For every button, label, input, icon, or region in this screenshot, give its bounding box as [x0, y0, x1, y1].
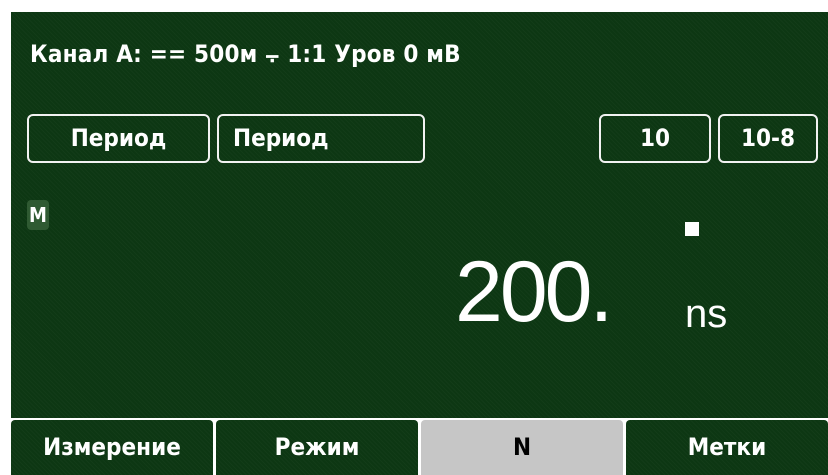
resolution-field[interactable]: 10-8 [718, 114, 818, 163]
resolution-value: 10-8 [740, 124, 796, 152]
measurement-indicator-icon [685, 222, 699, 236]
mode-flag-badge: M [27, 200, 49, 230]
gate-field[interactable]: 10 [599, 114, 711, 163]
softkey-label: Режим [274, 433, 360, 461]
dc-coupling-icon: == [149, 40, 187, 68]
trigger-slope-icon: ⨪ [265, 40, 280, 68]
trigger-level: Уров 0 мВ [334, 40, 461, 68]
measurement-unit: ns [685, 292, 728, 336]
measurement-type-label: Период [70, 124, 167, 152]
measurement-function-label: Период [233, 124, 329, 152]
instrument-screen [11, 12, 828, 418]
softkey-label: N [512, 433, 532, 461]
impedance-value: 500м [194, 40, 258, 68]
softkey-bar: Измерение Режим N Метки [11, 420, 828, 475]
channel-status-line: Канал А: == 500м ⨪ 1:1 Уров 0 мВ [30, 40, 461, 68]
softkey-markers[interactable]: Метки [626, 420, 828, 475]
softkey-mode[interactable]: Режим [216, 420, 418, 475]
softkey-n[interactable]: N [421, 420, 623, 475]
softkey-measurement[interactable]: Измерение [11, 420, 213, 475]
measurement-type-field[interactable]: Период [27, 114, 210, 163]
measurement-function-field[interactable]: Период [217, 114, 425, 163]
gate-value: 10 [639, 124, 671, 152]
softkey-label: Измерение [43, 433, 181, 461]
attenuation-value: 1:1 [287, 40, 327, 68]
measurement-value: 200. [455, 244, 613, 340]
softkey-label: Метки [687, 433, 767, 461]
channel-label: Канал А: [30, 40, 142, 68]
